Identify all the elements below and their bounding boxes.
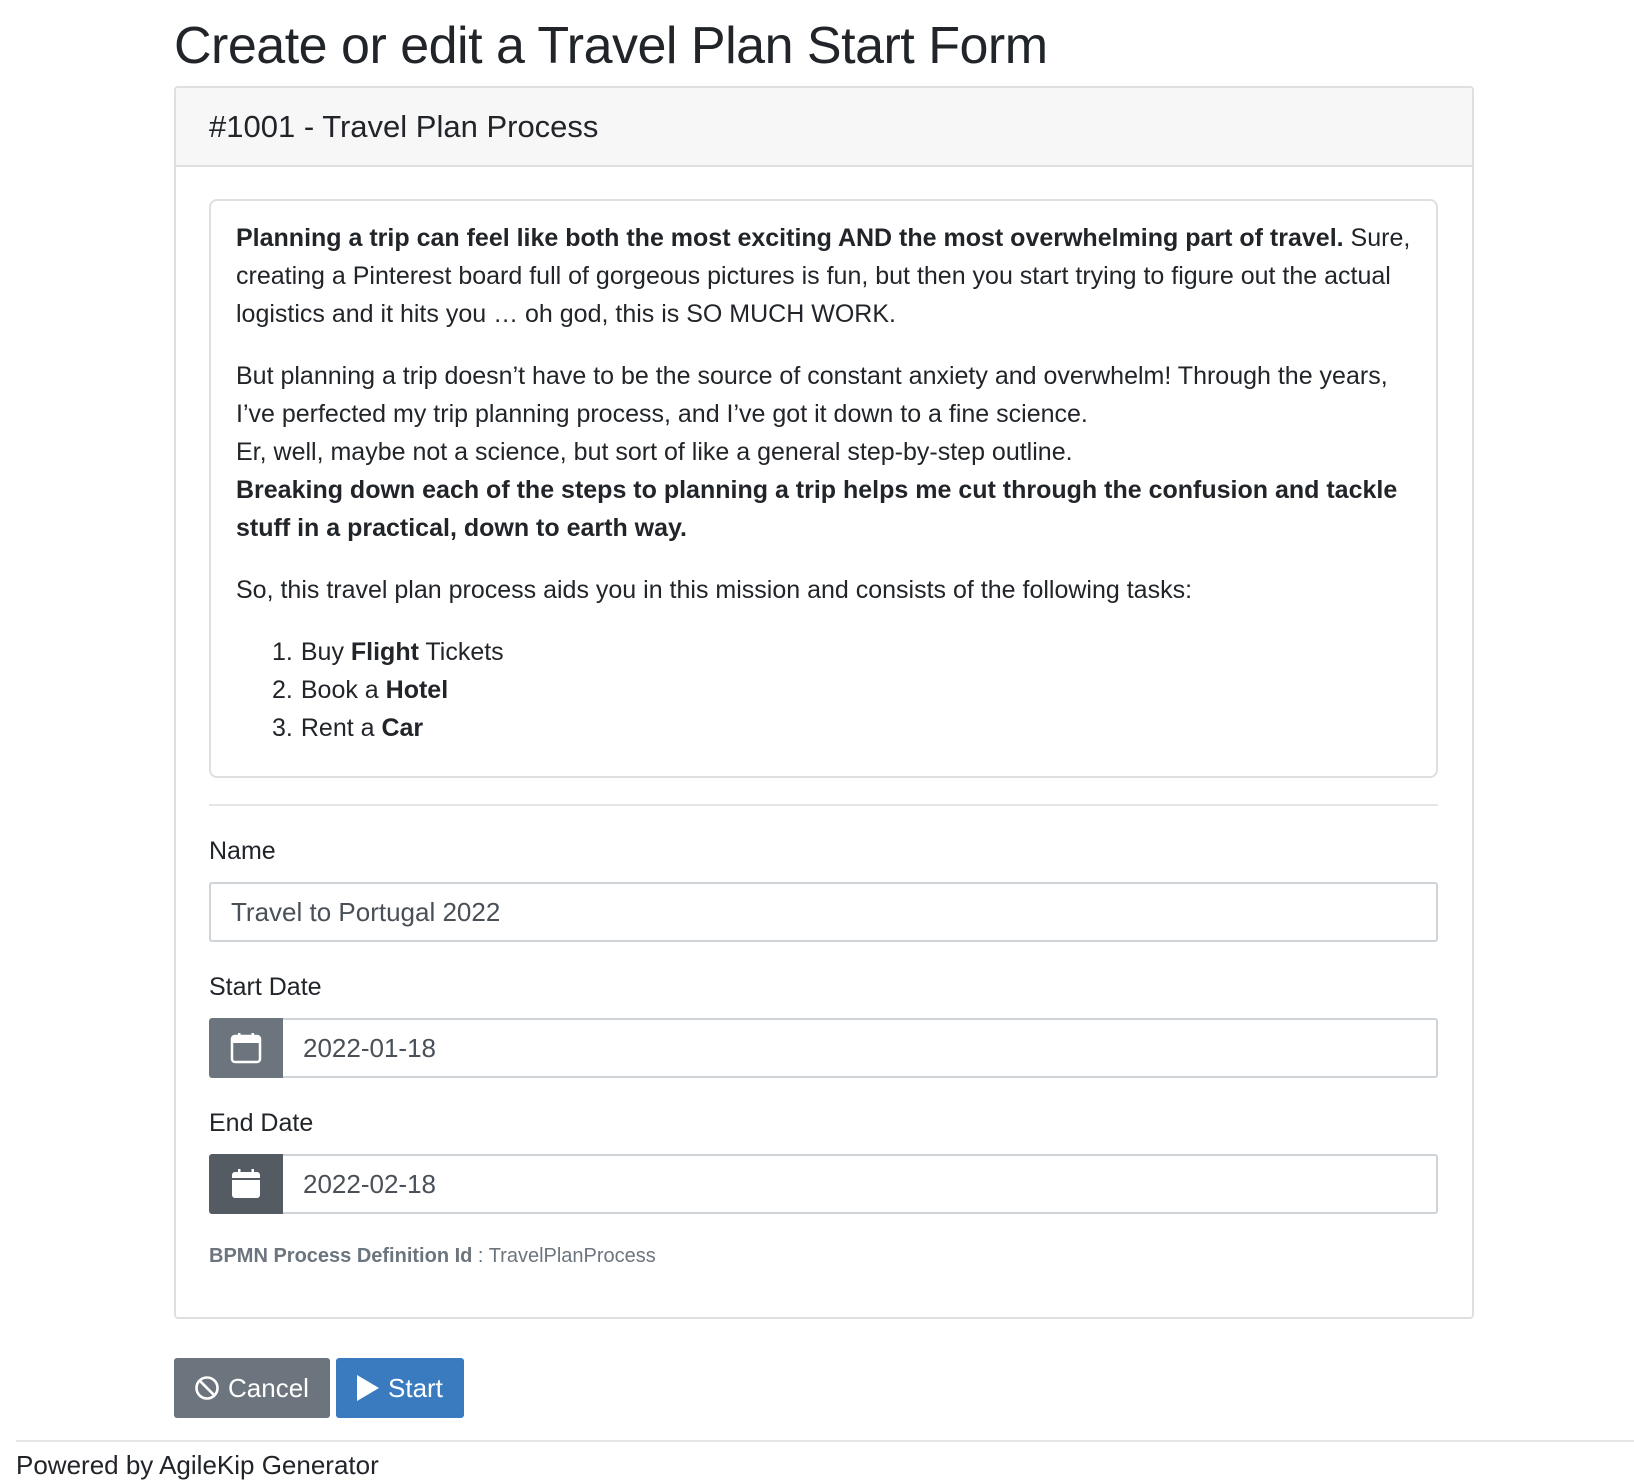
cancel-button[interactable]: Cancel: [174, 1358, 330, 1418]
start-date-calendar-button[interactable]: [209, 1018, 283, 1078]
card-body: Planning a trip can feel like both the m…: [176, 167, 1472, 1268]
paragraph-3: So, this travel plan process aids you in…: [236, 576, 1193, 604]
bpmn-value: TravelPlanProcess: [488, 1245, 656, 1267]
cancel-label: Cancel: [228, 1372, 309, 1403]
process-description: Planning a trip can feel like both the m…: [209, 199, 1438, 778]
task-item: 1. Buy Flight Tickets: [272, 638, 504, 666]
paragraph-2-bold: Breaking down each of the steps to plann…: [236, 476, 1398, 542]
form-actions: Cancel Start: [174, 1358, 464, 1418]
end-date-group: [209, 1154, 1438, 1214]
name-field[interactable]: [209, 882, 1438, 942]
divider: [209, 804, 1438, 806]
task-list: 1. Buy Flight Tickets 2. Book a Hotel 3. Re…: [236, 633, 1411, 747]
card-header-title: #1001 - Travel Plan Process: [209, 108, 599, 144]
bpmn-separator: :: [472, 1245, 489, 1267]
intro-paragraph: Planning a trip can feel like both the m…: [236, 219, 1411, 333]
main-container: Create or edit a Travel Plan Start Form …: [174, 0, 1474, 1418]
start-date-label: Start Date: [209, 973, 322, 1001]
intro-bold-text: Planning a trip can feel like both the m…: [236, 224, 1344, 252]
footer: Powered by AgileKip Generator: [16, 1440, 1634, 1484]
paragraph-2-line-2: Er, well, maybe not a science, but sort …: [236, 438, 1073, 466]
task-item: 2. Book a Hotel: [272, 676, 449, 704]
start-button[interactable]: Start: [336, 1358, 464, 1418]
paragraph-2-line-1: But planning a trip doesn’t have to be t…: [236, 362, 1388, 428]
start-label: Start: [388, 1372, 443, 1403]
ban-icon: [194, 1375, 220, 1401]
page-title: Create or edit a Travel Plan Start Form: [174, 17, 1048, 75]
bpmn-definition: BPMN Process Definition Id : TravelPlanP…: [209, 1244, 1439, 1268]
card-header: #1001 - Travel Plan Process: [176, 88, 1472, 167]
end-date-label: End Date: [209, 1109, 314, 1137]
footer-text: Powered by AgileKip Generator: [16, 1450, 379, 1480]
calendar-icon: [230, 1033, 262, 1064]
task-item: 3. Rent a Car: [272, 714, 424, 742]
play-icon: [356, 1374, 380, 1402]
end-date-field[interactable]: [283, 1154, 1438, 1214]
start-date-group: [209, 1018, 1438, 1078]
name-label: Name: [209, 837, 276, 865]
bpmn-label: BPMN Process Definition Id: [209, 1245, 473, 1267]
process-card: #1001 - Travel Plan Process Planning a t…: [174, 86, 1474, 1319]
calendar-icon: [232, 1169, 260, 1198]
end-date-calendar-button[interactable]: [209, 1154, 283, 1214]
start-date-field[interactable]: [283, 1018, 1438, 1078]
